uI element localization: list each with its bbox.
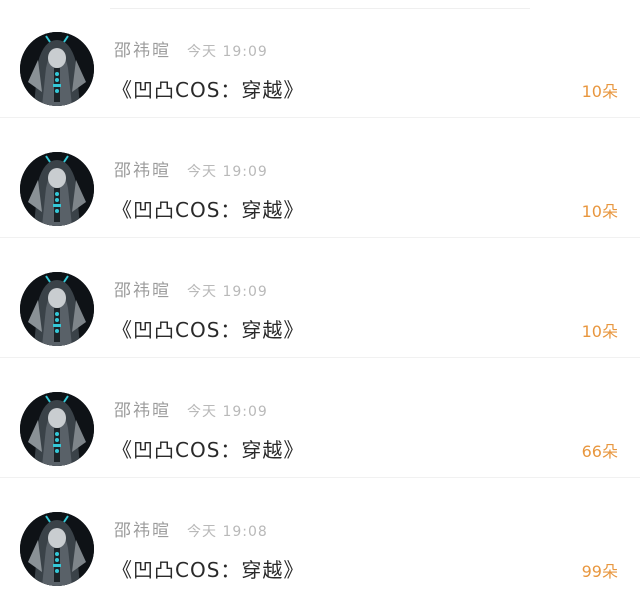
gift-feed: 邵祎暄 今天 19:09 《凹凸COS：穿越》 10朵 邵祎暄 今天 19:09… xyxy=(0,0,640,606)
feed-row[interactable]: 邵祎暄 今天 19:09 《凹凸COS：穿越》 10朵 xyxy=(0,120,640,238)
row-divider xyxy=(0,237,640,238)
timestamp: 今天 19:09 xyxy=(187,44,268,60)
gift-count: 99朵 xyxy=(581,562,618,581)
avatar[interactable] xyxy=(20,32,94,106)
message-text: 《凹凸COS：穿越》 xyxy=(112,558,305,582)
avatar-illustration-icon xyxy=(20,32,94,106)
row-meta: 邵祎暄 今天 19:08 xyxy=(114,520,268,542)
avatar-illustration-icon xyxy=(20,272,94,346)
row-divider xyxy=(0,117,640,118)
message-text: 《凹凸COS：穿越》 xyxy=(112,438,305,462)
gift-count: 66朵 xyxy=(581,442,618,461)
row-meta: 邵祎暄 今天 19:09 xyxy=(114,400,268,422)
gift-count: 10朵 xyxy=(581,82,618,101)
row-meta: 邵祎暄 今天 19:09 xyxy=(114,280,268,302)
avatar[interactable] xyxy=(20,392,94,466)
avatar[interactable] xyxy=(20,512,94,586)
avatar-illustration-icon xyxy=(20,512,94,586)
gift-count: 10朵 xyxy=(581,322,618,341)
row-divider xyxy=(0,357,640,358)
username[interactable]: 邵祎暄 xyxy=(114,281,171,301)
timestamp: 今天 19:09 xyxy=(187,164,268,180)
row-meta: 邵祎暄 今天 19:09 xyxy=(114,160,268,182)
username[interactable]: 邵祎暄 xyxy=(114,521,171,541)
feed-row[interactable]: 邵祎暄 今天 19:09 《凹凸COS：穿越》 66朵 xyxy=(0,360,640,478)
username[interactable]: 邵祎暄 xyxy=(114,401,171,421)
avatar[interactable] xyxy=(20,272,94,346)
timestamp: 今天 19:09 xyxy=(187,404,268,420)
message-text: 《凹凸COS：穿越》 xyxy=(112,318,305,342)
feed-row[interactable]: 邵祎暄 今天 19:08 《凹凸COS：穿越》 99朵 xyxy=(0,480,640,598)
timestamp: 今天 19:08 xyxy=(187,524,268,540)
message-text: 《凹凸COS：穿越》 xyxy=(112,198,305,222)
timestamp: 今天 19:09 xyxy=(187,284,268,300)
avatar-illustration-icon xyxy=(20,152,94,226)
username[interactable]: 邵祎暄 xyxy=(114,41,171,61)
username[interactable]: 邵祎暄 xyxy=(114,161,171,181)
feed-row[interactable]: 邵祎暄 今天 19:09 《凹凸COS：穿越》 10朵 xyxy=(0,240,640,358)
message-text: 《凹凸COS：穿越》 xyxy=(112,78,305,102)
gift-count: 10朵 xyxy=(581,202,618,221)
avatar-illustration-icon xyxy=(20,392,94,466)
row-meta: 邵祎暄 今天 19:09 xyxy=(114,40,268,62)
row-divider xyxy=(0,477,640,478)
feed-row[interactable]: 邵祎暄 今天 19:09 《凹凸COS：穿越》 10朵 xyxy=(0,0,640,118)
avatar[interactable] xyxy=(20,152,94,226)
